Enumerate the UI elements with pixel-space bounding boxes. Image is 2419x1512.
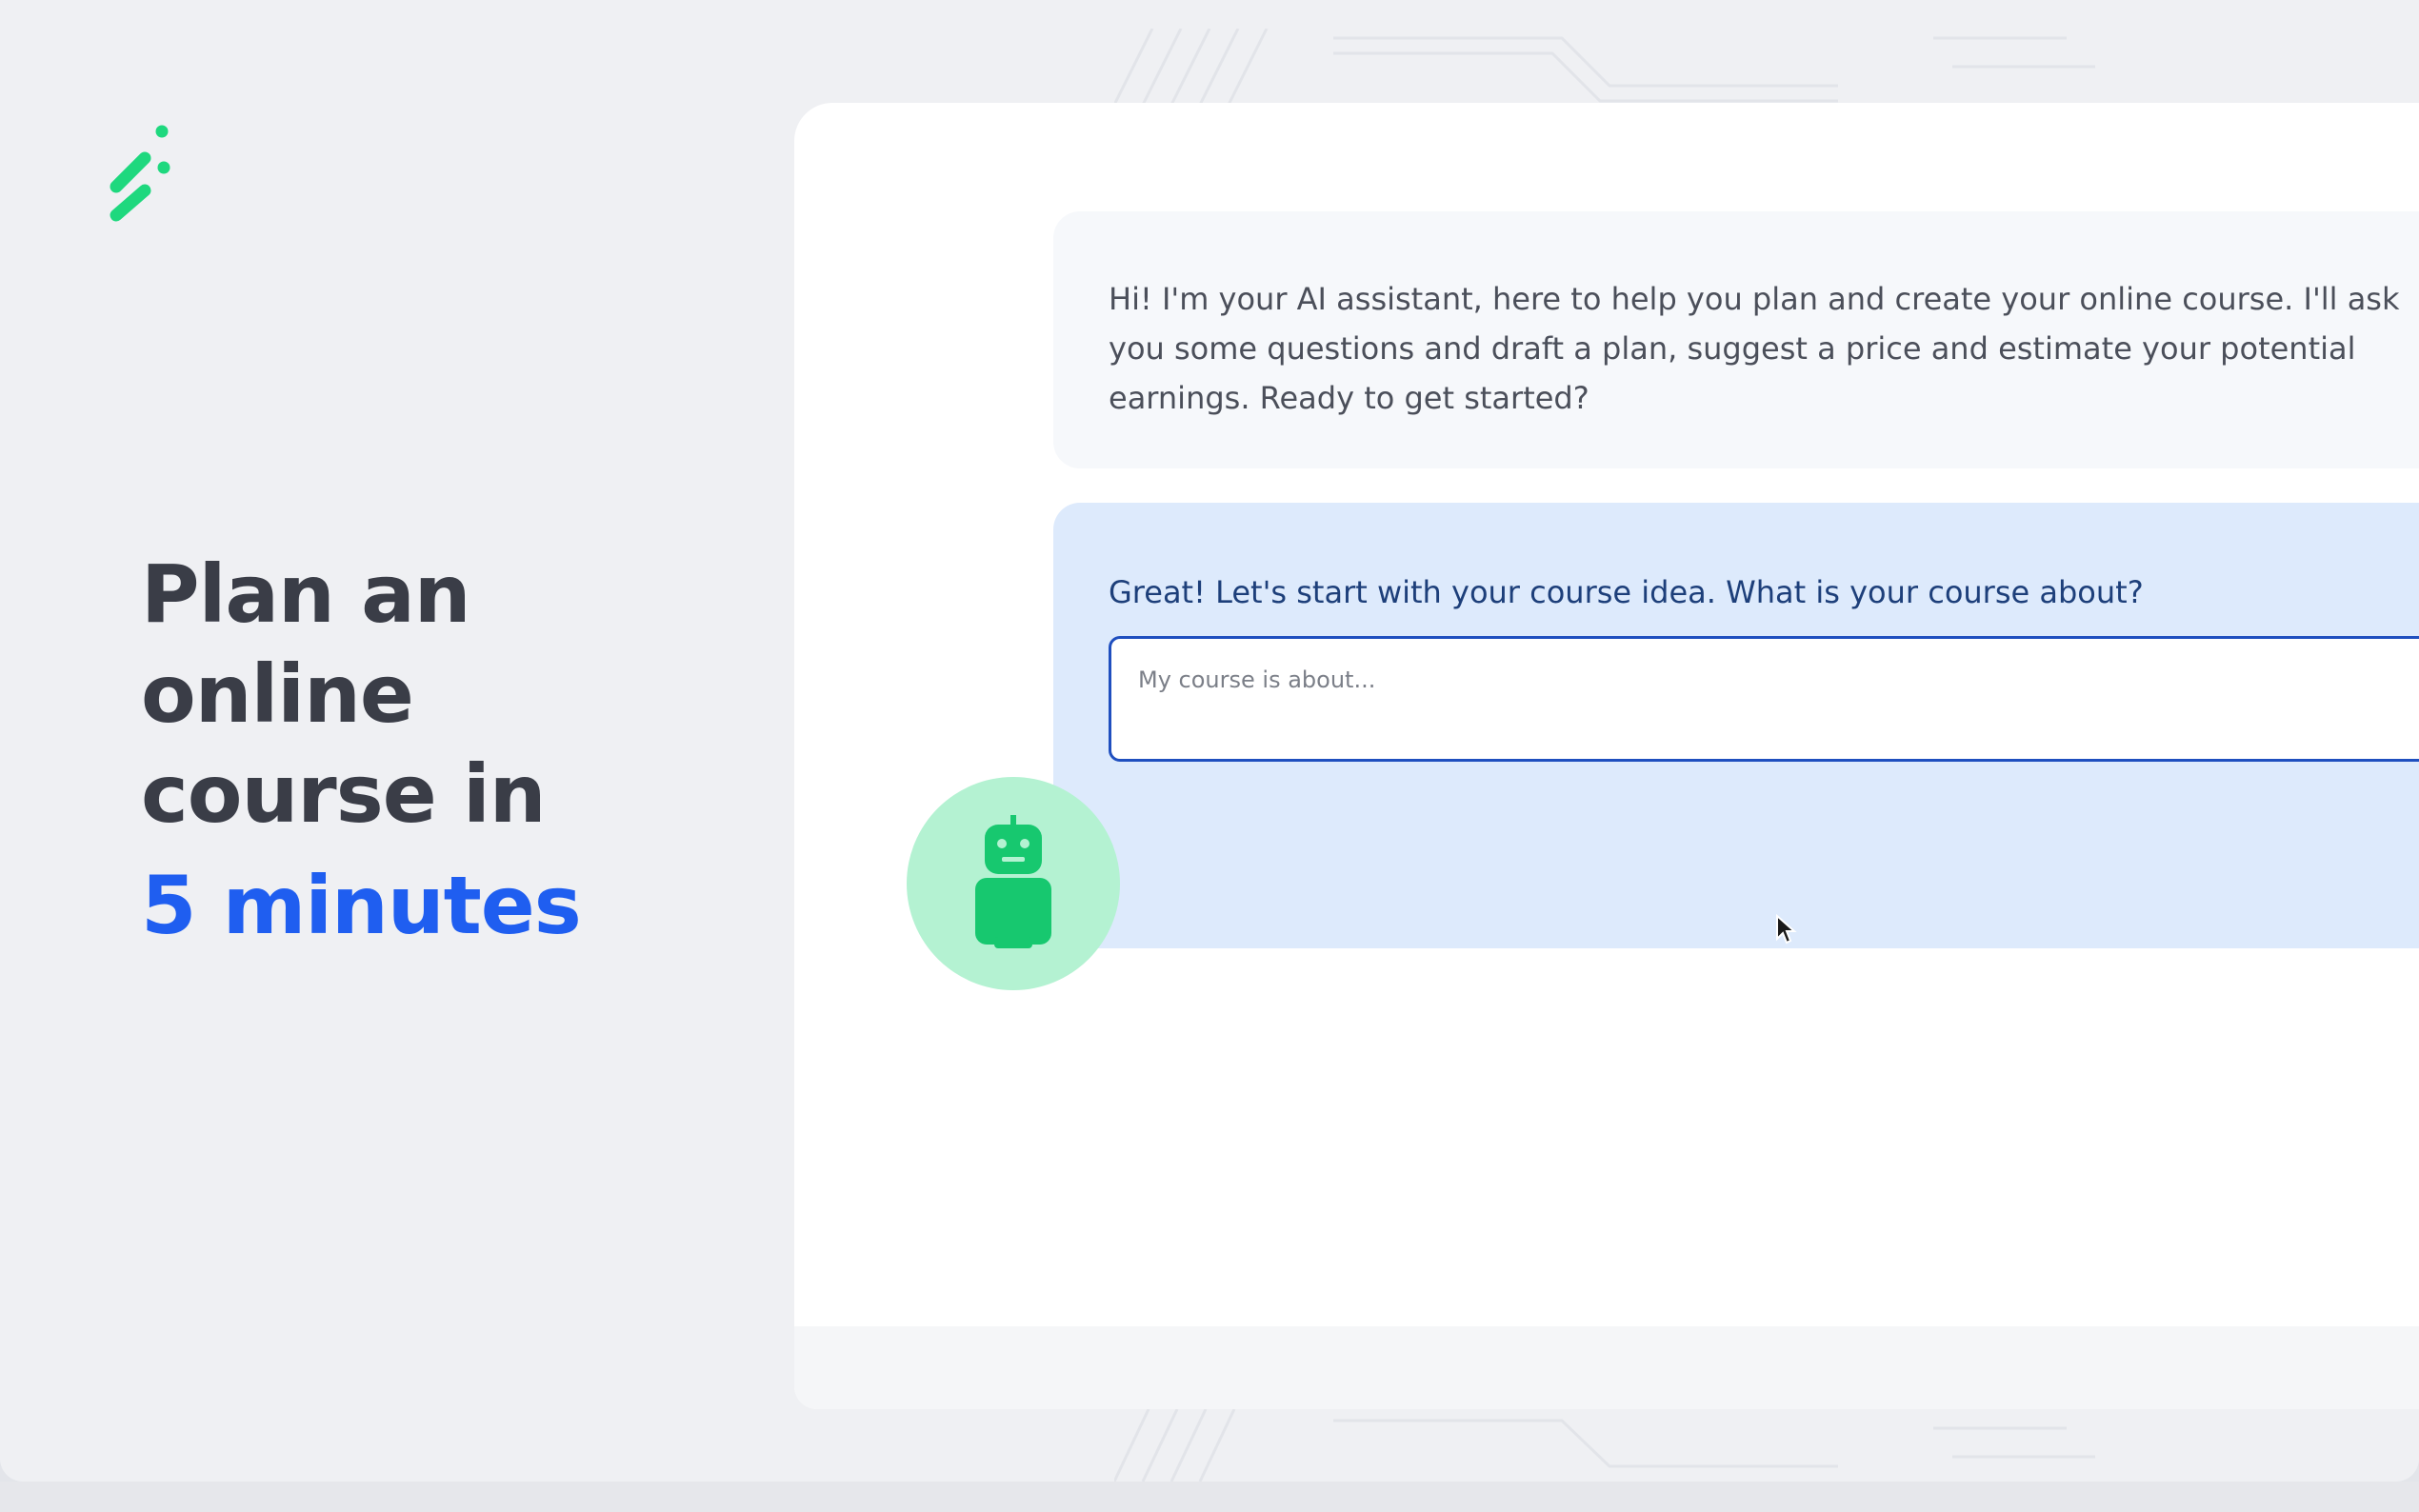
question-text: Great! Let's start with your course idea… bbox=[1109, 574, 2144, 610]
decorative-lines-top bbox=[1114, 29, 2095, 105]
headline-accent: 5 minutes bbox=[141, 859, 582, 952]
headline-line-3: course in bbox=[141, 747, 547, 841]
assistant-avatar bbox=[907, 777, 1120, 990]
course-about-input[interactable] bbox=[1138, 664, 2376, 696]
brand-logo-icon[interactable] bbox=[103, 120, 179, 225]
assistant-intro-message: Hi! I'm your AI assistant, here to help … bbox=[1053, 211, 2419, 468]
chat-app-panel: Hi! I'm your AI assistant, here to help … bbox=[794, 103, 2419, 1409]
decorative-lines-bottom bbox=[1114, 1409, 2095, 1482]
headline-line-1: Plan an bbox=[141, 547, 471, 641]
assistant-intro-text: Hi! I'm your AI assistant, here to help … bbox=[1109, 281, 2400, 416]
screen-frame: Plan an online course in 5 minutes Hi! I… bbox=[0, 0, 2419, 1482]
robot-icon bbox=[975, 815, 1051, 948]
course-about-input-box[interactable] bbox=[1109, 636, 2419, 762]
mouse-cursor-icon bbox=[1776, 914, 1797, 945]
hero-headline: Plan an online course in 5 minutes bbox=[141, 545, 731, 956]
app-footer bbox=[794, 1326, 2419, 1409]
bottom-strip bbox=[0, 1482, 2419, 1512]
headline-line-2: online bbox=[141, 647, 414, 741]
